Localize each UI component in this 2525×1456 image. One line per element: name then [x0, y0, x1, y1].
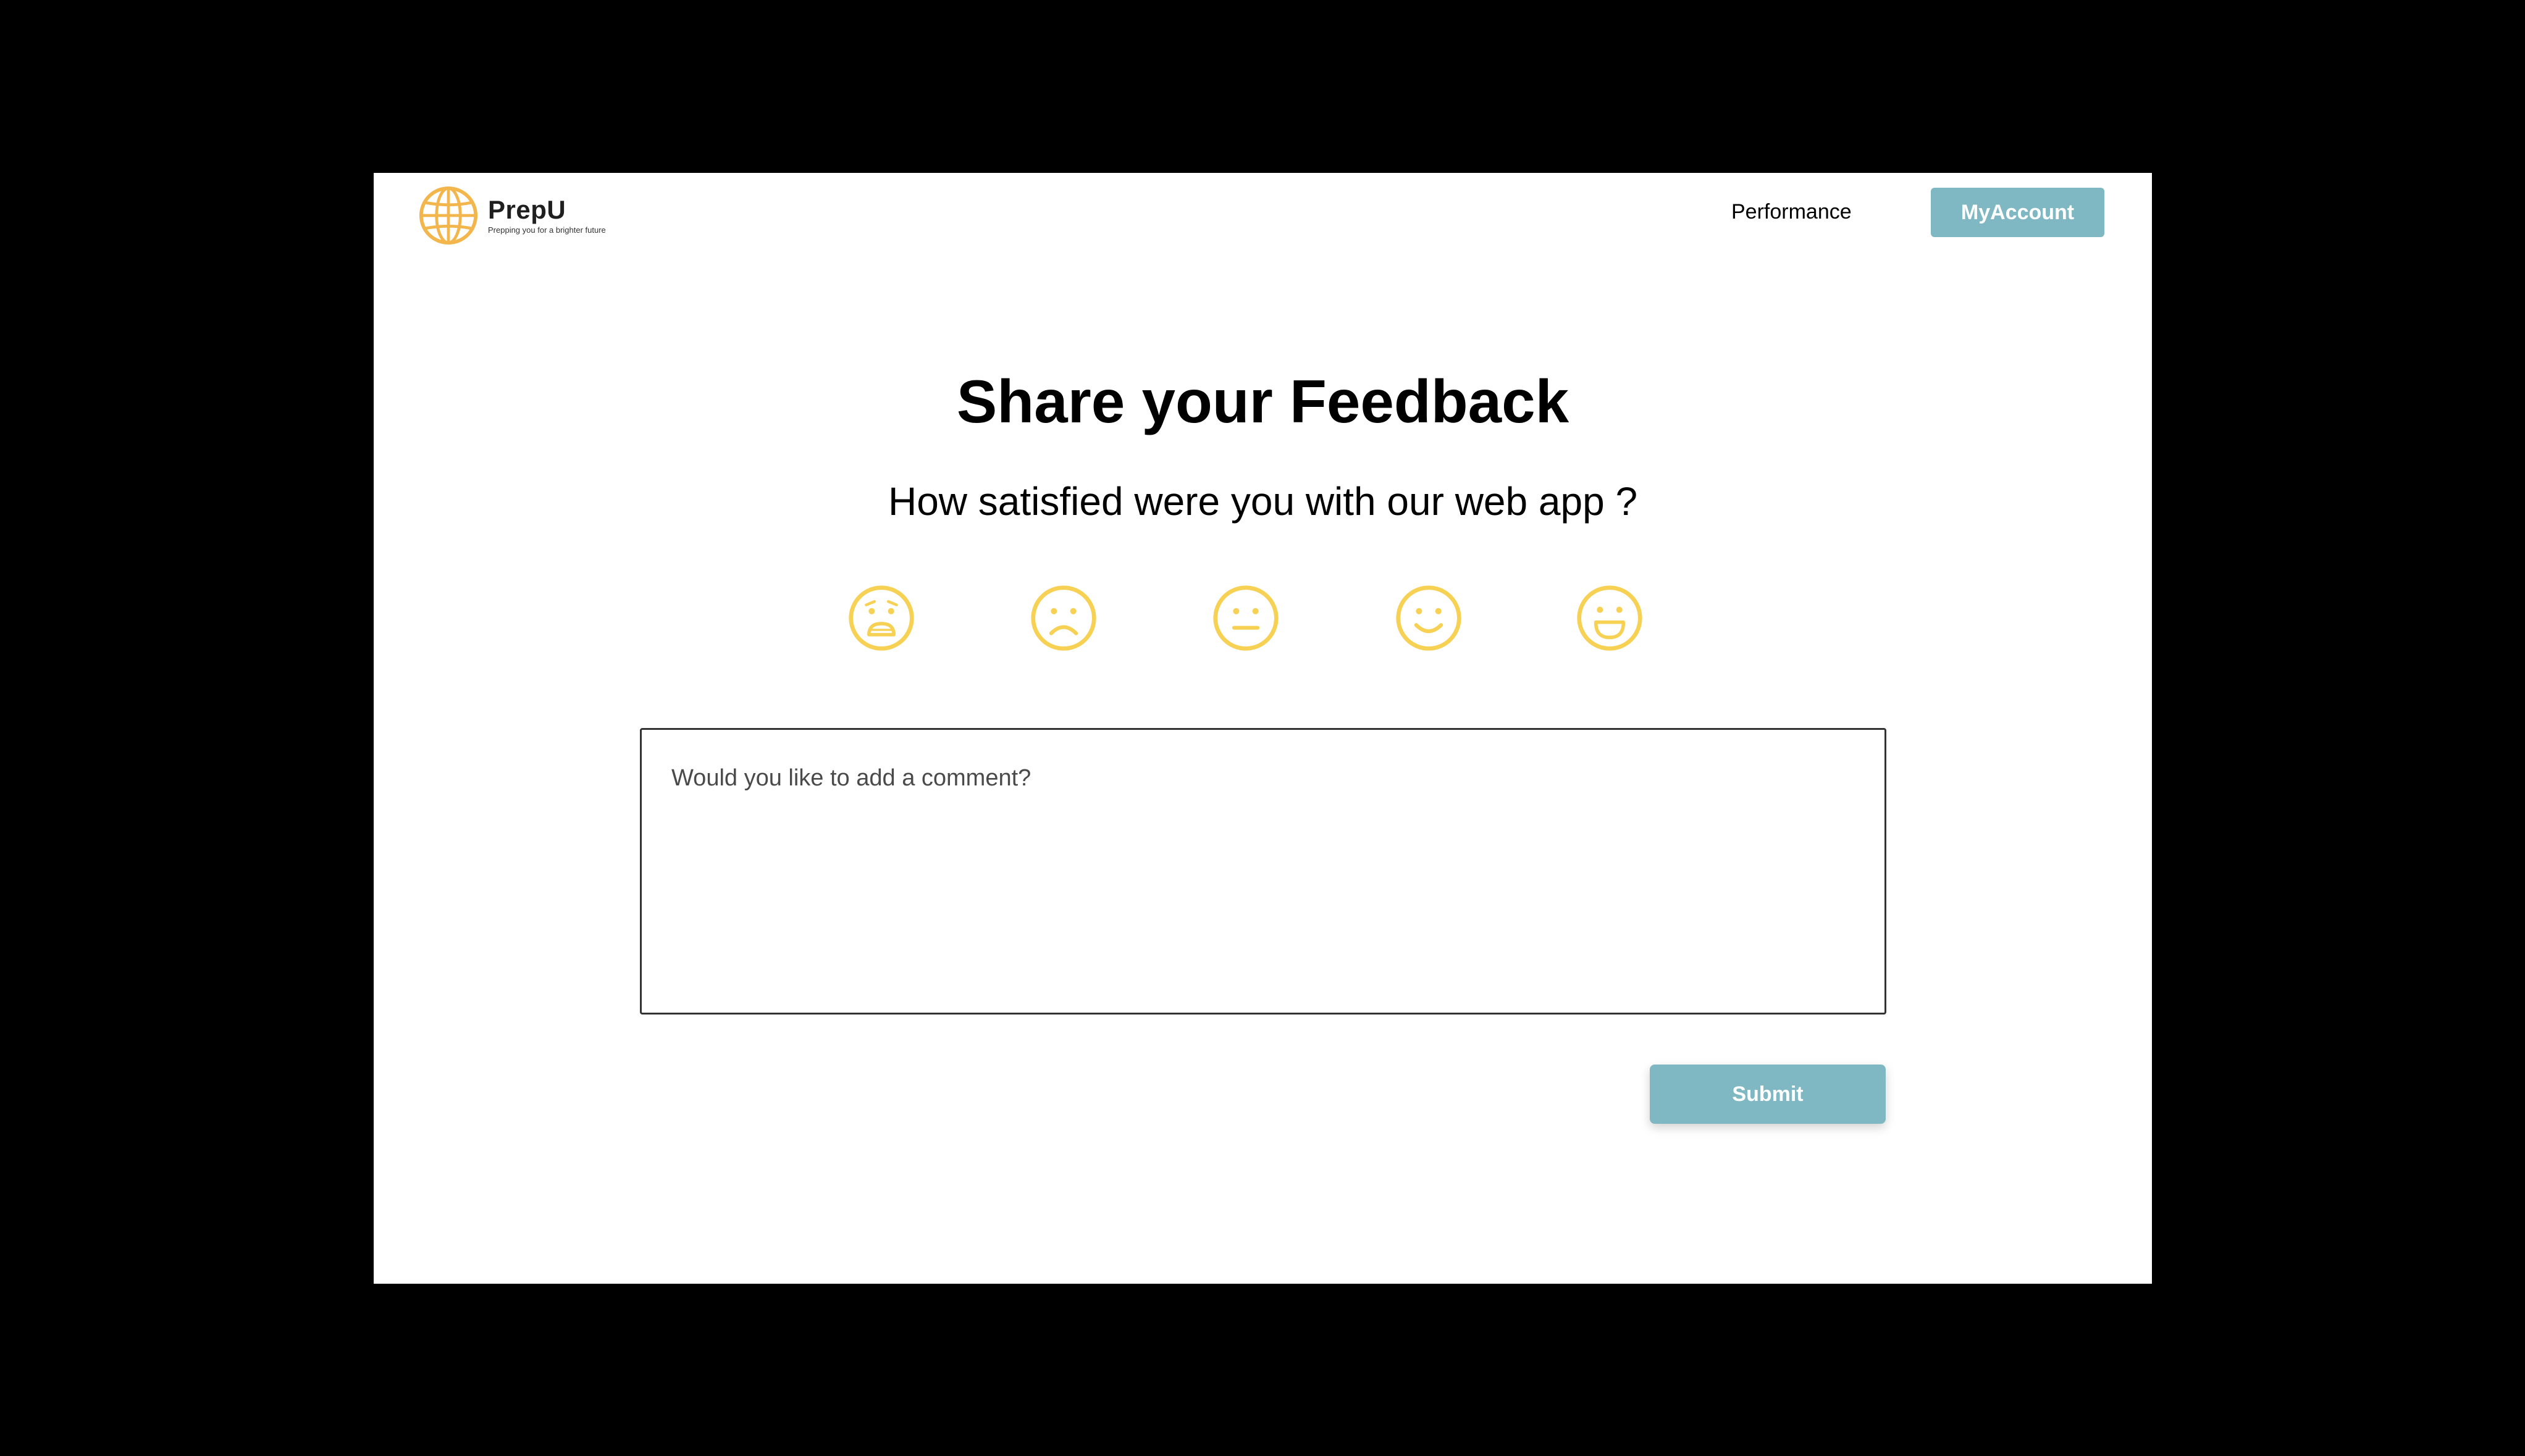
smiling-face-icon — [1396, 585, 1461, 651]
rating-option-5[interactable] — [1575, 584, 1644, 653]
comment-textarea[interactable] — [640, 728, 1886, 1015]
brand-text: PrepU Prepping you for a brighter future — [488, 196, 606, 235]
feedback-page: PrepU Prepping you for a brighter future… — [374, 173, 2152, 1284]
nav-performance-link[interactable]: Performance — [1731, 198, 1852, 226]
rating-option-3[interactable] — [1211, 584, 1280, 653]
rating-option-4[interactable] — [1394, 584, 1463, 653]
globe-icon — [419, 186, 478, 245]
brand-name: PrepU — [488, 195, 566, 224]
anguished-face-icon — [849, 585, 914, 651]
rating-option-2[interactable] — [1029, 584, 1098, 653]
rating-option-1[interactable] — [847, 584, 916, 653]
brand-logo[interactable]: PrepU Prepping you for a brighter future — [419, 182, 606, 249]
myaccount-button[interactable]: MyAccount — [1931, 188, 2104, 237]
screen-backdrop: PrepU Prepping you for a brighter future… — [0, 0, 2525, 1456]
frowning-face-icon — [1031, 585, 1096, 651]
brand-tagline: Prepping you for a brighter future — [488, 225, 606, 235]
grinning-face-icon — [1577, 585, 1642, 651]
neutral-face-icon — [1213, 585, 1279, 651]
satisfaction-question: How satisfied were you with our web app … — [888, 479, 1638, 524]
submit-button[interactable]: Submit — [1650, 1065, 1886, 1124]
page-title: Share your Feedback — [956, 367, 1569, 435]
